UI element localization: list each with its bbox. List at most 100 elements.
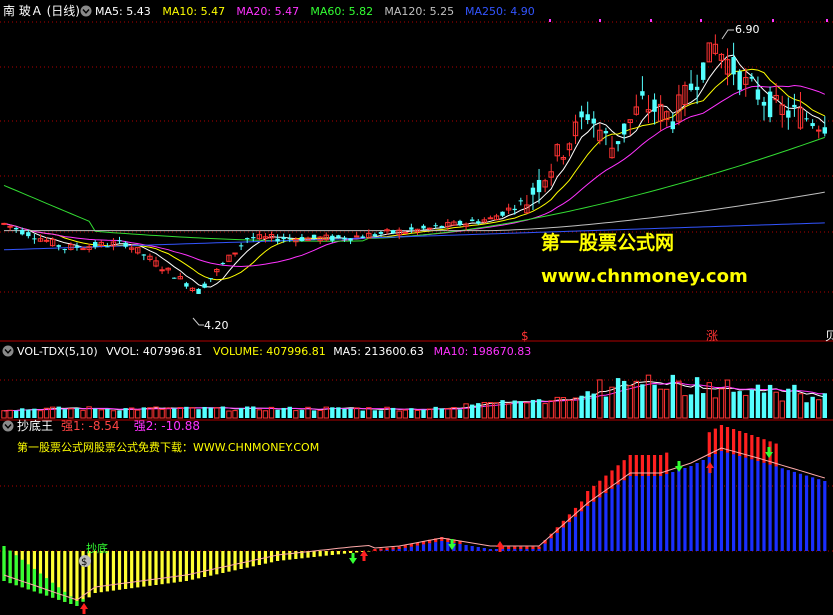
indicator-menu-icon[interactable] xyxy=(2,420,14,432)
candle-body xyxy=(202,283,207,288)
stock-chart: 南 玻Ａ (日线) MA5: 5.43 MA10: 5.47 MA20: 5.47 M… xyxy=(0,3,833,614)
volume-bar xyxy=(627,385,633,419)
volume-bar xyxy=(712,397,719,419)
buy-arrow-icon xyxy=(80,603,88,614)
volume-bar xyxy=(476,403,481,418)
bottom-signal-label: 抄底 xyxy=(86,541,108,555)
candle-body xyxy=(804,118,809,120)
indicator-bar-negative xyxy=(203,551,207,577)
candle-body xyxy=(500,211,505,216)
volume-bar xyxy=(189,407,196,419)
indicator-bar-positive xyxy=(458,544,462,551)
indicator-bar-positive xyxy=(634,476,638,551)
candle-body xyxy=(591,118,596,124)
indicator-bar-green xyxy=(32,568,36,592)
legend-label: MA10: 198670.83 xyxy=(434,345,532,358)
indicator-bar-positive xyxy=(804,475,809,551)
indicator-bar-positive xyxy=(695,463,699,551)
volume-bar xyxy=(208,407,213,418)
volume-bar xyxy=(804,402,809,418)
volume-bar xyxy=(414,409,421,419)
volume-bar xyxy=(62,409,67,418)
volume-bar xyxy=(572,397,579,419)
volume-bars xyxy=(1,374,827,419)
candle-body xyxy=(518,200,523,202)
candle-body xyxy=(62,249,67,251)
indicator-bar-green xyxy=(8,550,12,584)
volume-bar xyxy=(603,396,609,418)
volume-menu-icon[interactable] xyxy=(2,345,14,357)
buy-arrow-icon xyxy=(706,462,714,473)
sell-arrow-icon xyxy=(765,447,773,458)
indicator-bar-positive xyxy=(434,542,438,551)
indicator-bar-positive xyxy=(525,549,529,551)
watermark-title: 第一股票公式网 xyxy=(541,231,674,254)
volume-bar xyxy=(275,409,280,418)
volume-bar xyxy=(524,402,530,419)
indicator-bar-positive xyxy=(774,466,778,551)
indicator-bar-negative xyxy=(227,551,231,572)
volume-bar xyxy=(786,388,791,418)
volume-bar xyxy=(56,406,61,418)
legend-label: MA60: 5.82 xyxy=(310,5,373,18)
candle-body xyxy=(141,254,147,256)
volume-bar xyxy=(797,393,804,419)
candle-body xyxy=(536,179,542,193)
candle-body xyxy=(603,131,609,134)
volume-bar xyxy=(353,407,360,419)
indicator-bar-positive xyxy=(616,484,620,551)
indicator-bar-positive xyxy=(592,501,596,551)
indicator-bar-positive xyxy=(385,550,389,551)
candle-body xyxy=(56,245,61,247)
indicator-bar-negative xyxy=(330,551,334,555)
candle-body xyxy=(701,62,706,80)
candle-body xyxy=(530,187,536,195)
menu-toggle-icon[interactable] xyxy=(80,5,92,17)
indicator-bar-positive xyxy=(561,527,565,551)
indicator-bar-red xyxy=(513,546,517,549)
indicator-bar-negative xyxy=(142,551,146,587)
indicator-bar-positive xyxy=(598,497,602,551)
candle-body xyxy=(275,238,280,242)
candle-body xyxy=(105,246,110,248)
candle-body xyxy=(487,217,494,220)
indicator-bar-positive xyxy=(440,541,444,551)
volume-bar xyxy=(682,395,688,419)
volume-bar xyxy=(761,392,767,418)
candle-body xyxy=(822,127,827,134)
ma120-line xyxy=(4,191,825,232)
volume-bar xyxy=(731,391,736,418)
volume-bar xyxy=(463,403,469,419)
volume-bar xyxy=(93,408,98,418)
ma20-line xyxy=(3,84,826,268)
volume-bar xyxy=(433,406,438,418)
volume-bar xyxy=(172,408,177,418)
candle-body xyxy=(694,86,700,91)
indicator-bar-positive xyxy=(567,522,572,551)
indicator-bar-negative xyxy=(178,551,182,582)
candle-body xyxy=(32,238,37,240)
volume-bar xyxy=(330,407,335,418)
volume-bar xyxy=(512,400,517,418)
volume-bar xyxy=(579,395,584,418)
candle-body xyxy=(816,129,822,132)
indicator-bar-positive xyxy=(476,547,480,551)
indicator-bar-positive xyxy=(738,456,742,551)
indicator-bar-negative xyxy=(348,551,353,553)
indicator-bar-positive xyxy=(646,476,651,551)
candle-body xyxy=(311,234,317,239)
volume-bar xyxy=(409,408,414,418)
indicator-bar-negative xyxy=(160,551,164,585)
volume-bar xyxy=(159,408,165,419)
candle-body xyxy=(123,242,128,247)
legend-label: MA5: 213600.63 xyxy=(333,345,424,358)
indicator-bar-green xyxy=(51,582,55,598)
indicator-bar-red xyxy=(397,546,401,549)
candle-body xyxy=(342,237,347,240)
indicator-bar-positive xyxy=(604,493,608,551)
volume-bar xyxy=(536,399,542,418)
volume-bar xyxy=(37,410,44,419)
indicator-bar-positive xyxy=(756,461,760,551)
volume-bar xyxy=(123,408,128,418)
candle-body xyxy=(117,240,122,242)
